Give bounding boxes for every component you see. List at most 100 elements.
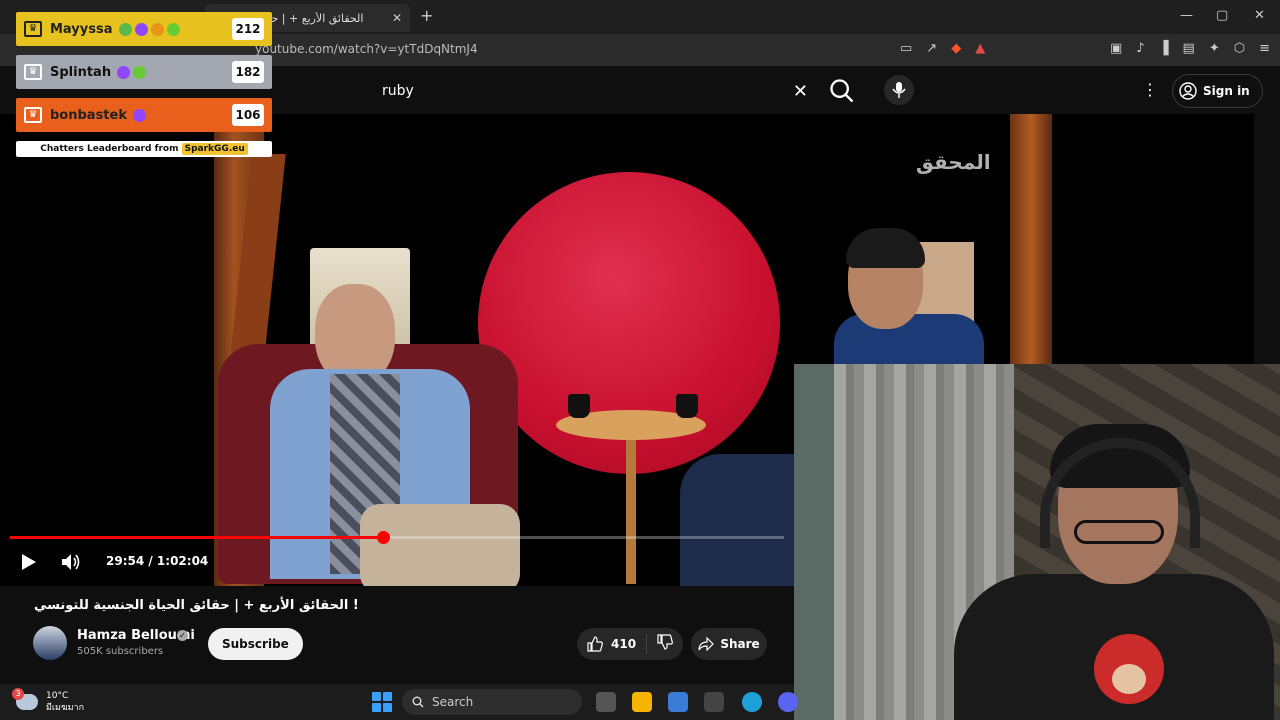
time-display: 29:54 / 1:02:04 — [106, 554, 209, 568]
sign-in-button[interactable]: Sign in — [1172, 74, 1263, 108]
chatter-badges — [117, 65, 232, 79]
voice-search-button[interactable] — [884, 75, 914, 105]
wallet-icon[interactable]: ▤ — [1183, 41, 1195, 56]
taskbar: 3 10°C มีเมฆมาก Search — [0, 684, 798, 720]
chatter-score: 106 — [232, 104, 264, 126]
share-button[interactable]: Share — [691, 628, 767, 660]
chatter-name: bonbastek — [50, 107, 127, 123]
crown-icon: ♛ — [24, 21, 42, 37]
sidebar-icon[interactable]: ▐ — [1159, 41, 1169, 56]
cup — [568, 394, 590, 418]
file-explorer-icon[interactable] — [632, 692, 652, 712]
channel-avatar[interactable] — [33, 626, 67, 660]
footer-text: Chatters Leaderboard from — [40, 144, 182, 154]
progress-bar[interactable] — [10, 531, 784, 544]
badge-icon — [118, 22, 132, 36]
like-count: 410 — [611, 637, 637, 651]
video-title: الحقائق الأربع + | حقائق الحياة الجنسية … — [34, 598, 359, 613]
leaderboard-row: ♛ Mayyssa 212 — [16, 12, 272, 46]
play-icon[interactable] — [18, 552, 38, 572]
host-legs — [680, 454, 794, 586]
maximize-button[interactable]: ▢ — [1216, 8, 1228, 23]
weather-widget[interactable]: 3 10°C มีเมฆมาก — [12, 688, 84, 714]
progress-scrubber[interactable] — [377, 531, 391, 544]
share-icon — [698, 637, 715, 651]
vpn-icon[interactable]: ⬡ — [1234, 41, 1245, 56]
windows-start-icon[interactable] — [372, 692, 392, 712]
shirt-print — [1094, 634, 1164, 704]
badge-icon — [134, 22, 148, 36]
host-figure — [834, 314, 984, 364]
tab-close-icon[interactable]: ✕ — [392, 11, 402, 25]
cloud-icon: 3 — [12, 688, 38, 710]
subscriber-count: 505K subscribers — [77, 646, 164, 657]
toolbar-icons: ▣ ♪ ▐ ▤ ✦ ⬡ ≡ — [1110, 41, 1270, 56]
video-player[interactable]: 29:54 / 1:02:04 — [0, 114, 794, 586]
glasses — [1074, 520, 1164, 544]
search-icon — [412, 696, 424, 708]
badge-icon — [133, 65, 147, 79]
chatter-score: 212 — [232, 18, 264, 40]
like-dislike-bar: 410 — [577, 628, 683, 660]
taskbar-search-label: Search — [432, 695, 474, 709]
volume-icon[interactable] — [60, 552, 82, 572]
notification-badge: 3 — [12, 688, 24, 700]
progress-played — [10, 536, 384, 539]
close-window-button[interactable]: ✕ — [1254, 8, 1265, 23]
search-input[interactable] — [382, 83, 785, 99]
verified-icon: ✓ — [177, 630, 188, 641]
subscribe-button[interactable]: Subscribe — [208, 628, 303, 660]
edge-icon[interactable] — [742, 692, 762, 712]
share-page-icon[interactable]: ↗ — [926, 41, 937, 56]
chatters-leaderboard: ♛ Mayyssa 212 ♛ Splintah 182 ♛ bonbastek — [16, 12, 272, 157]
crown-icon: ♛ — [24, 107, 42, 123]
badge-icon — [132, 108, 146, 122]
screenshot-icon[interactable]: ▣ — [1110, 41, 1122, 56]
like-button[interactable]: 410 — [577, 634, 648, 654]
weather-desc: มีเมฆมาก — [46, 703, 85, 713]
minimize-button[interactable]: — — [1180, 8, 1193, 23]
brave-rewards-icon[interactable]: ▲ — [975, 41, 985, 56]
discord-icon[interactable] — [778, 692, 798, 712]
task-view-icon[interactable] — [596, 692, 616, 712]
leaderboard-footer: Chatters Leaderboard from SparkGG.eu — [16, 141, 272, 157]
chatter-score: 182 — [232, 61, 264, 83]
chatter-badges — [132, 108, 232, 122]
thumbs-up-icon — [587, 636, 603, 652]
account-icon — [1179, 82, 1197, 100]
chatter-badges — [118, 22, 232, 36]
app-icon[interactable] — [704, 692, 724, 712]
footer-brand: SparkGG.eu — [181, 143, 248, 155]
thumbs-down-icon — [657, 634, 674, 650]
address-actions: ▭ ↗ ◆ ▲ — [900, 41, 985, 56]
badge-icon — [117, 65, 131, 79]
weather-temp: 10°C — [46, 691, 69, 701]
cup — [676, 394, 698, 418]
host-hair — [846, 228, 925, 268]
chatter-name: Splintah — [50, 64, 112, 80]
cast-icon[interactable]: ▭ — [900, 41, 912, 56]
store-icon[interactable] — [668, 692, 688, 712]
leo-ai-icon[interactable]: ✦ — [1209, 41, 1220, 56]
search-box: ✕ — [370, 74, 820, 108]
leaderboard-row: ♛ bonbastek 106 — [16, 98, 272, 132]
dislike-button[interactable] — [647, 634, 683, 654]
crown-icon: ♛ — [24, 64, 42, 80]
new-tab-button[interactable]: + — [420, 6, 433, 25]
side-table — [626, 434, 636, 584]
menu-icon[interactable]: ≡ — [1259, 41, 1270, 56]
brave-shield-icon[interactable]: ◆ — [951, 41, 961, 56]
more-options-icon[interactable]: ⋮ — [1142, 80, 1158, 99]
media-icon[interactable]: ♪ — [1136, 41, 1144, 56]
clear-search-icon[interactable]: ✕ — [793, 81, 808, 102]
taskbar-search[interactable]: Search — [402, 689, 582, 715]
share-label: Share — [720, 637, 760, 651]
url-field[interactable]: youtube.com/watch?v=ytTdDqNtmJ4 — [255, 42, 478, 56]
search-icon[interactable] — [828, 77, 856, 105]
microphone-icon — [892, 82, 906, 98]
badge-icon — [150, 22, 164, 36]
streamer-webcam — [794, 364, 1280, 720]
weather-text: 10°C มีเมฆมาก — [46, 690, 84, 714]
leaderboard-row: ♛ Splintah 182 — [16, 55, 272, 89]
badge-icon — [166, 22, 180, 36]
